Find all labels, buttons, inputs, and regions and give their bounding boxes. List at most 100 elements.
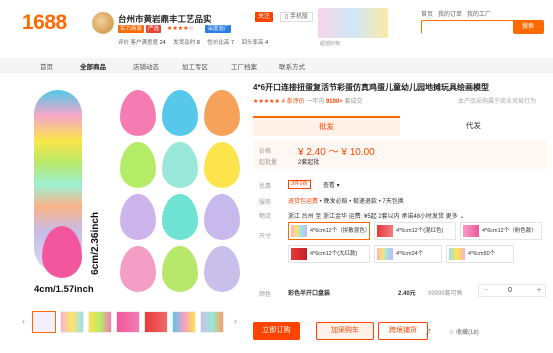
nav-item-processing[interactable]: 加工专区 xyxy=(182,61,208,71)
phone-icon: ▯ xyxy=(285,14,289,20)
size-option[interactable]: 4*6cm12个（拼散混色） xyxy=(288,222,370,240)
link-my-orders[interactable]: 我的订单 xyxy=(438,12,462,18)
sold-suffix: 套成交 xyxy=(344,99,363,105)
thumbnail[interactable] xyxy=(144,311,168,333)
chevron-left-icon[interactable]: ‹ xyxy=(22,316,25,326)
egg xyxy=(204,90,240,136)
service-item[interactable]: 退货包运费 xyxy=(288,199,318,205)
mobile-version-button[interactable]: ▯ 手机版 xyxy=(280,12,313,22)
nav-item-home[interactable]: 首页 xyxy=(40,61,53,71)
rating-row: ★★★★★ 4 条评价 一年内 9100+ 套成交 本产品采购属于商业贸易行为 xyxy=(253,96,536,105)
sold-prefix: 一年内 xyxy=(306,99,325,105)
favorite-link[interactable]: ☆ 收藏(18) xyxy=(449,327,479,336)
thumbnail[interactable] xyxy=(200,311,224,333)
service-item[interactable]: 晚发必赔 xyxy=(323,199,347,205)
follow-button[interactable]: 关注 xyxy=(255,12,273,22)
sold-count: 9100+ xyxy=(325,99,343,105)
thumbnail[interactable] xyxy=(88,311,112,333)
size-swatch xyxy=(449,248,465,260)
cross-border-button[interactable]: 跨境铺货 xyxy=(378,322,428,340)
thumbnail[interactable] xyxy=(172,311,196,333)
link-home[interactable]: 首页 xyxy=(421,12,433,18)
quantity-value[interactable]: 0 xyxy=(508,285,512,296)
size-option[interactable]: 4*6cm12个（粉色款） xyxy=(460,222,542,240)
egg xyxy=(162,194,198,240)
size-option[interactable]: 4*6cm50个 xyxy=(446,245,514,263)
dimension-vertical-label: 6cm/2.36inch xyxy=(90,212,101,275)
shop-badges: 实力商家 严选 ★★★★☆ 深度验厂 xyxy=(118,25,233,33)
tab-wholesale[interactable]: 批发 xyxy=(253,116,400,136)
share-link[interactable]: ⤴ xyxy=(425,327,431,336)
product-info: 4*6开口连接扭蛋复活节彩蛋仿真鸡蛋儿童幼儿园地摊玩具绘画模型 ★★★★★ 4 … xyxy=(253,82,548,105)
egg xyxy=(204,246,240,292)
shipping-label: 物流 xyxy=(259,214,272,220)
metric-label: 性价比高 xyxy=(207,40,230,46)
chevron-right-icon[interactable]: › xyxy=(234,316,237,326)
price-label: 价格 xyxy=(259,149,272,155)
color-stock: 99999套可售 xyxy=(428,291,463,297)
size-option[interactable]: 4*6cm12个(混红色) xyxy=(374,222,456,240)
badge-select: 严选 xyxy=(146,25,162,33)
shop-name[interactable]: 台州市黄岩鼎丰工艺品实 xyxy=(118,13,212,25)
shop-metrics: 评价 客户满意度 24 发货及时 8 性价比高 7 回头率高 4 xyxy=(118,38,274,46)
metric-label: 发货及时 xyxy=(173,40,196,46)
moq-label: 起批量 xyxy=(259,160,278,166)
shop-rating-stars: ★★★★☆ xyxy=(167,26,194,32)
thumbnail[interactable] xyxy=(116,311,140,333)
dimension-horizontal-label: 4cm/1.57inch xyxy=(34,284,94,295)
coupon-badge[interactable]: 3件9折 xyxy=(288,180,312,189)
shop-nav: 首页 全部商品 店铺动态 加工专区 工厂档案 联系方式 xyxy=(0,58,553,73)
size-option[interactable]: 4*6cm12个(大红款) xyxy=(288,245,370,263)
metric-label: 回头率高 xyxy=(241,40,264,46)
tab-dropship[interactable]: 代发 xyxy=(400,116,547,136)
size-label: 尺寸 xyxy=(259,234,272,240)
trade-note: 本产品采购属于商业贸易行为 xyxy=(458,99,537,105)
main-product-image[interactable]: 6cm/2.36inch 4cm/1.57inch xyxy=(22,84,244,306)
shipping-info[interactable]: 浙江 台州 至 浙江金华 运费: ¥5起 2套以内 承诺48小时发货 更多 ⌄ xyxy=(288,211,464,220)
service-label: 服务 xyxy=(259,200,272,206)
nav-item-factory[interactable]: 工厂档案 xyxy=(231,61,257,71)
thumbnail[interactable] xyxy=(32,311,56,333)
shop-promo-thumbnails[interactable] xyxy=(318,8,388,38)
service-item[interactable]: 7天包换 xyxy=(382,199,403,205)
review-count-link[interactable]: 4 条评价 xyxy=(282,99,305,105)
egg xyxy=(204,194,240,240)
add-to-cart-button[interactable]: 加采购车 xyxy=(316,322,374,340)
search-button[interactable]: 搜索 xyxy=(513,21,543,33)
purchase-mode-tabs: 批发 代发 xyxy=(253,116,547,136)
top-links: 首页 我的订单 我的工厂 xyxy=(421,9,496,18)
nav-item-all-products[interactable]: 全部商品 xyxy=(80,61,106,71)
share-icon: ⤴ xyxy=(425,330,432,336)
search-box: 搜索 xyxy=(421,20,544,39)
size-swatch xyxy=(291,248,307,260)
promo-label: 优惠 xyxy=(259,184,272,190)
plus-button[interactable]: + xyxy=(537,285,541,296)
size-swatch xyxy=(377,225,393,237)
minus-button[interactable]: − xyxy=(484,285,488,296)
egg xyxy=(120,246,156,292)
service-list: 退货包运费 • 晚发必赔 • 极速退款 • 7天包换 xyxy=(288,199,404,205)
site-logo[interactable]: 1688 xyxy=(22,11,67,35)
egg xyxy=(120,194,156,240)
badge-strength: 实力商家 xyxy=(118,25,145,33)
buy-now-button[interactable]: 立即订购 xyxy=(253,322,300,340)
nav-item-news[interactable]: 店铺动态 xyxy=(133,61,159,71)
size-option[interactable]: 4*6cm24个 xyxy=(374,245,442,263)
egg xyxy=(120,142,156,188)
metric-label: 客户满意度 xyxy=(130,40,159,46)
nav-item-contact[interactable]: 联系方式 xyxy=(279,61,305,71)
service-item[interactable]: 极速退款 xyxy=(353,199,377,205)
link-my-factory[interactable]: 我的工厂 xyxy=(467,12,491,18)
shop-promo-label: 超值好物 xyxy=(320,41,341,47)
color-price: 2.40元 xyxy=(398,291,416,297)
price-range: ¥ 2.40 ～ ¥ 10.00 xyxy=(298,147,375,158)
shop-avatar[interactable] xyxy=(92,12,114,34)
thumbnail-strip: ‹ › xyxy=(22,311,244,335)
metric-value: 4 xyxy=(265,40,269,46)
action-bar: 立即订购 加采购车 跨境铺货 ⤴ ☆ 收藏(18) xyxy=(253,322,548,340)
search-input[interactable] xyxy=(422,27,514,39)
color-name: 彩色半开口盘装 xyxy=(288,291,331,297)
view-coupon-link[interactable]: 查看 ▾ xyxy=(323,180,340,189)
thumbnail[interactable] xyxy=(60,311,84,333)
egg xyxy=(162,246,198,292)
